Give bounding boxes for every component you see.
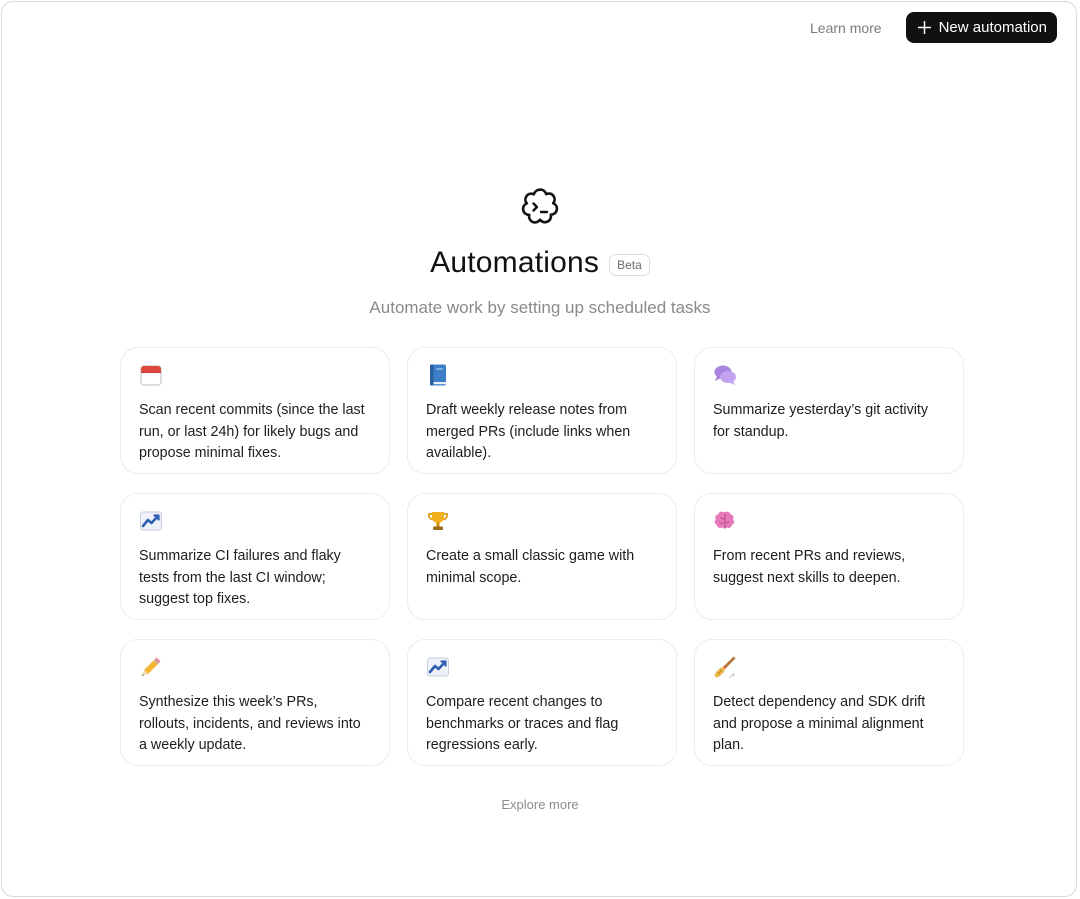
plus-icon	[917, 21, 931, 34]
new-automation-button[interactable]: New automation	[905, 12, 1057, 43]
speech-bubbles-icon	[714, 365, 736, 385]
brain-icon	[714, 511, 735, 529]
template-card-text: Scan recent commits (since the last run,…	[139, 402, 365, 461]
top-bar: Learn more New automation	[802, 12, 1057, 43]
chart-increasing-icon	[140, 511, 162, 531]
automations-window: Learn more New automation Automations Be…	[1, 1, 1077, 897]
page-subtitle: Automate work by setting up scheduled ta…	[369, 298, 711, 317]
pencil-icon	[142, 657, 161, 676]
chart-increasing-icon	[427, 657, 449, 677]
template-card-dependency-drift[interactable]: Detect dependency and SDK drift and prop…	[694, 639, 964, 766]
automation-templates-grid: Scan recent commits (since the last run,…	[120, 347, 964, 766]
book-icon	[430, 364, 446, 386]
template-card-classic-game[interactable]: Create a small classic game with minimal…	[407, 493, 677, 620]
explore-more-link[interactable]: Explore more	[501, 797, 578, 812]
template-card-text: Synthesize this week’s PRs, rollouts, in…	[139, 694, 361, 753]
hero: Automations Beta Automate work by settin…	[2, 186, 1076, 318]
template-card-text: Detect dependency and SDK drift and prop…	[713, 694, 926, 753]
template-card-benchmarks[interactable]: Compare recent changes to benchmarks or …	[407, 639, 677, 766]
template-card-git-activity[interactable]: Summarize yesterday’s git activity for s…	[694, 347, 964, 474]
new-automation-label: New automation	[938, 19, 1047, 36]
template-card-scan-commits[interactable]: Scan recent commits (since the last run,…	[120, 347, 390, 474]
template-card-weekly-update[interactable]: Synthesize this week’s PRs, rollouts, in…	[120, 639, 390, 766]
template-card-text: From recent PRs and reviews, suggest nex…	[713, 548, 906, 586]
template-card-text: Compare recent changes to benchmarks or …	[426, 694, 619, 753]
template-card-text: Draft weekly release notes from merged P…	[426, 402, 631, 461]
template-card-suggest-skills[interactable]: From recent PRs and reviews, suggest nex…	[694, 493, 964, 620]
template-card-ci-failures[interactable]: Summarize CI failures and flaky tests fr…	[120, 493, 390, 620]
page-title: Automations	[430, 246, 600, 279]
learn-more-link[interactable]: Learn more	[802, 14, 890, 42]
codex-cloud-logo-icon	[521, 188, 559, 224]
explore-more-row: Explore more	[2, 797, 1076, 812]
calendar-icon	[140, 365, 162, 386]
template-card-text: Summarize CI failures and flaky tests fr…	[139, 548, 341, 607]
broom-icon	[714, 656, 736, 678]
beta-badge: Beta	[609, 254, 650, 276]
template-card-text: Summarize yesterday’s git activity for s…	[713, 402, 929, 440]
title-row: Automations Beta	[2, 246, 1076, 280]
template-card-text: Create a small classic game with minimal…	[426, 548, 635, 586]
trophy-icon	[428, 512, 448, 530]
template-card-release-notes[interactable]: Draft weekly release notes from merged P…	[407, 347, 677, 474]
